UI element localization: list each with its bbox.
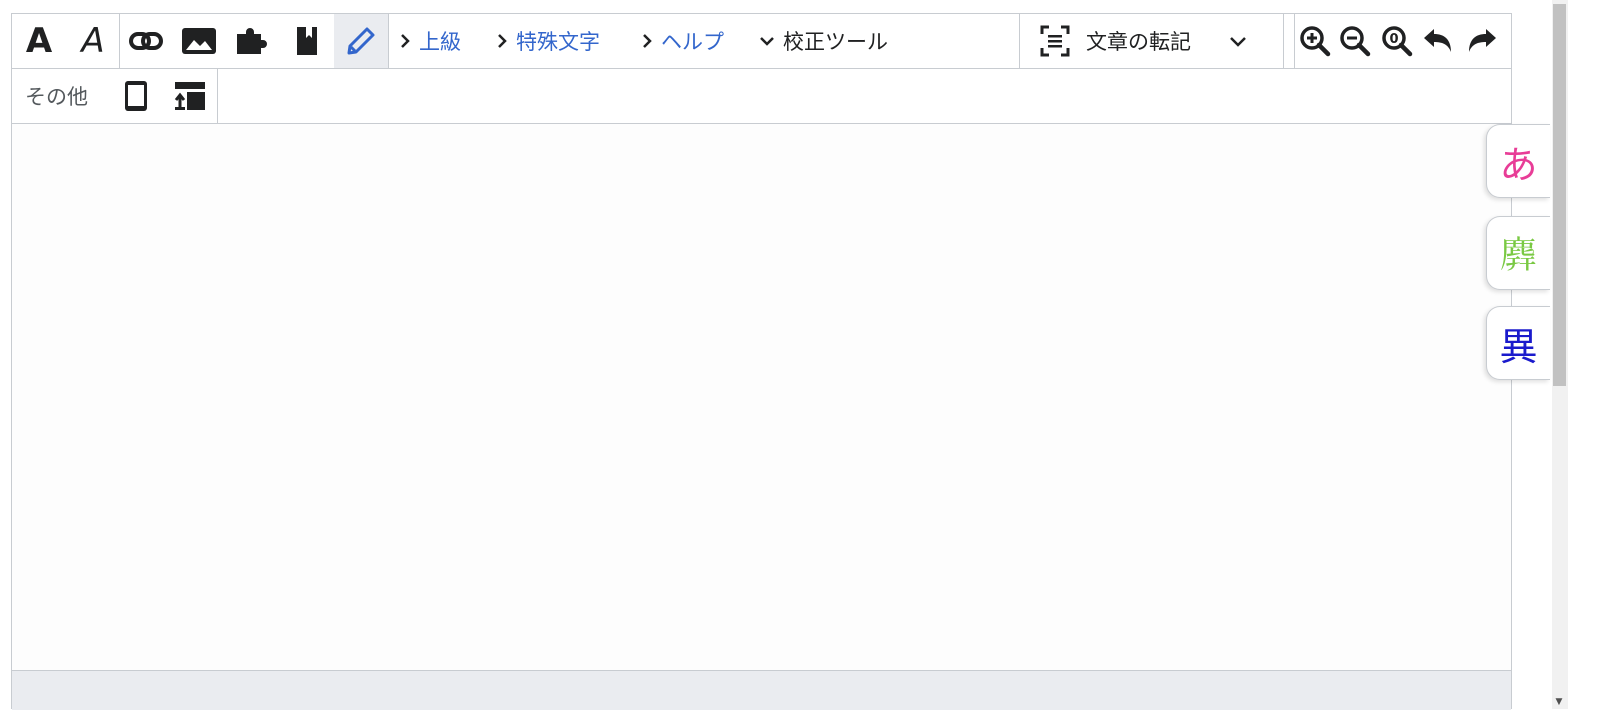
bold-button[interactable]: A [18, 14, 60, 68]
side-tab-hiragana[interactable]: あ [1486, 124, 1550, 198]
scroll-down-arrow-icon[interactable]: ▼ [1554, 697, 1564, 707]
link-icon [129, 32, 163, 50]
mobile-preview-button[interactable] [116, 69, 156, 123]
toolbar-secondary: その他 [12, 69, 1511, 124]
svg-text:0: 0 [1389, 32, 1398, 47]
menu-special-chars[interactable]: 特殊文字 [496, 14, 600, 68]
italic-button[interactable]: A [72, 14, 114, 68]
zoom-out-icon [1340, 26, 1371, 57]
zoom-in-button[interactable] [1297, 14, 1333, 68]
menu-special-chars-label: 特殊文字 [516, 30, 600, 54]
chevron-right-icon [498, 34, 507, 48]
menu-advanced[interactable]: 上級 [399, 14, 461, 68]
zoom-reset-icon: 0 [1382, 26, 1413, 57]
side-tab-itaiji-label: 異 [1499, 324, 1538, 369]
bold-icon: A [25, 21, 53, 61]
menu-help[interactable]: ヘルプ [641, 14, 724, 68]
layout-toggle-icon [174, 82, 205, 110]
bookmark-icon [297, 27, 317, 55]
menu-help-label: ヘルプ [661, 30, 724, 54]
zoom-reset-button[interactable]: 0 [1379, 14, 1415, 68]
status-bar [12, 670, 1511, 710]
link-button[interactable] [124, 14, 168, 68]
other-label: その他 [25, 85, 88, 109]
chevron-down-icon [1230, 37, 1246, 47]
transcribe-icon [1040, 25, 1070, 57]
toolbar-primary: A A 上級 特殊文字 ヘルプ 校正ツール 文章の転記 0 [12, 14, 1511, 69]
reference-button[interactable] [286, 14, 328, 68]
redo-button[interactable] [1464, 14, 1500, 68]
layout-toggle-button[interactable] [170, 69, 210, 123]
undo-icon [1424, 29, 1451, 52]
chevron-right-icon [401, 34, 410, 48]
pencil-icon [347, 27, 375, 55]
image-icon [182, 28, 216, 54]
scrollbar-thumb[interactable] [1553, 4, 1566, 386]
italic-icon: A [81, 21, 105, 61]
editor-textarea[interactable] [12, 124, 1511, 670]
chevron-right-icon [643, 34, 652, 48]
side-tab-variant-label: 𪊑 [1499, 232, 1538, 277]
template-button[interactable] [230, 14, 274, 68]
transcribe-dropdown[interactable]: 文章の転記 [1040, 14, 1280, 68]
transcribe-label: 文章の転記 [1086, 30, 1191, 54]
zoom-in-icon [1300, 26, 1331, 57]
zoom-out-button[interactable] [1337, 14, 1373, 68]
undo-button[interactable] [1420, 14, 1456, 68]
tablet-icon [125, 81, 147, 111]
signature-button[interactable] [334, 14, 388, 68]
menu-proofread-label: 校正ツール [783, 30, 888, 54]
menu-advanced-label: 上級 [419, 30, 461, 54]
puzzle-icon [237, 28, 267, 54]
side-tab-hiragana-label: あ [1499, 142, 1538, 187]
side-tab-variant[interactable]: 𪊑 [1486, 216, 1550, 290]
image-button[interactable] [176, 14, 222, 68]
menu-proofread[interactable]: 校正ツール [759, 14, 888, 68]
editor: A A 上級 特殊文字 ヘルプ 校正ツール 文章の転記 0 その他 [11, 13, 1512, 710]
side-tab-itaiji[interactable]: 異 [1486, 306, 1550, 380]
chevron-down-icon [760, 37, 774, 46]
redo-icon [1469, 29, 1496, 52]
